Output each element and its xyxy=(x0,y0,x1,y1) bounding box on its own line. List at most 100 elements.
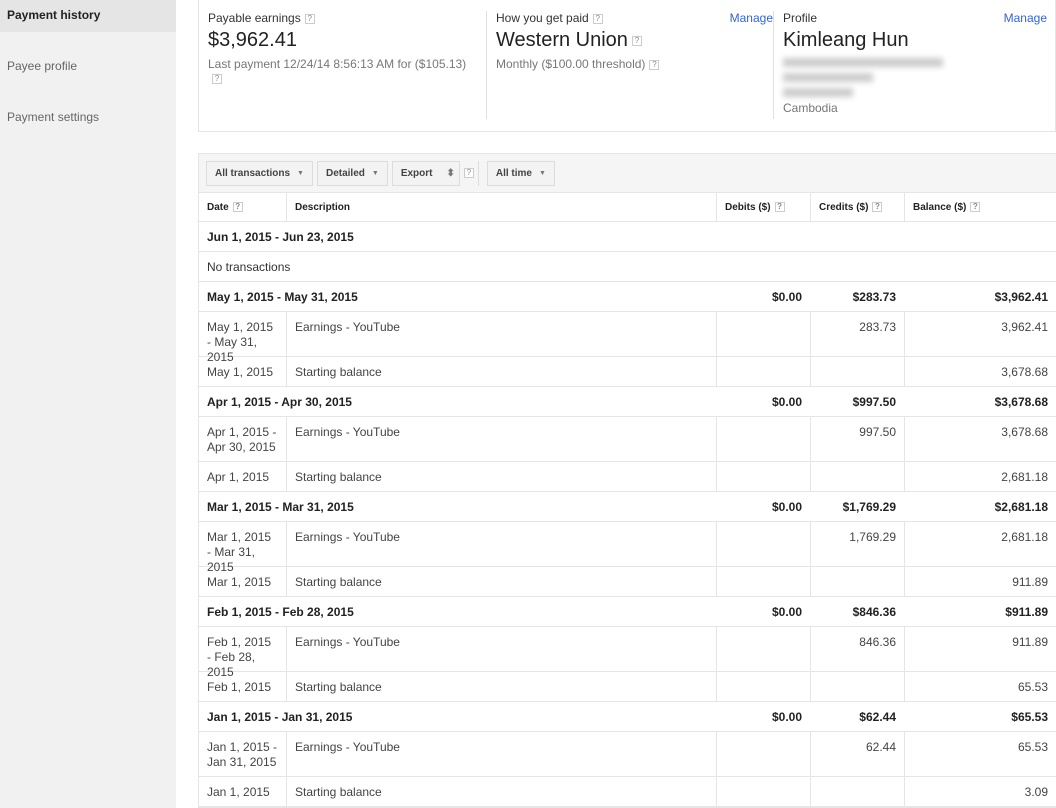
help-icon[interactable]: ? xyxy=(970,202,981,213)
transaction-debit xyxy=(716,417,810,461)
transaction-balance: 2,681.18 xyxy=(904,462,1056,491)
transaction-description: Starting balance xyxy=(286,567,716,596)
transaction-debit xyxy=(716,357,810,386)
transaction-row: May 1, 2015 - May 31, 2015 Earnings - You… xyxy=(199,312,1056,364)
transaction-credit: 283.73 xyxy=(810,312,904,356)
help-icon[interactable]: ? xyxy=(872,202,883,213)
transaction-balance: 3,678.68 xyxy=(904,417,1056,461)
payment-schedule: Monthly ($100.00 threshold) xyxy=(496,57,646,71)
transaction-date: May 1, 2015 - May 31, 2015 xyxy=(207,320,274,364)
transaction-credit: 1,769.29 xyxy=(810,522,904,566)
transaction-row: May 1, 2015 Starting balance 3,678.68 xyxy=(199,357,1056,387)
redacted-address xyxy=(783,73,873,82)
period-row: Jan 1, 2015 - Jan 31, 2015 $0.00 $62.44 $65… xyxy=(199,702,1056,732)
period-debits: $0.00 xyxy=(771,710,802,724)
period-label: Feb 1, 2015 - Feb 28, 2015 xyxy=(207,605,354,619)
period-label: Jan 1, 2015 - Jan 31, 2015 xyxy=(207,710,353,724)
help-icon[interactable]: ? xyxy=(232,202,243,213)
transaction-debit xyxy=(716,312,810,356)
date-range-dropdown[interactable]: All time ▼ xyxy=(486,160,555,186)
transaction-balance: 911.89 xyxy=(904,567,1056,596)
main-content: Payable earnings? $3,962.41 Last payment… xyxy=(198,0,1056,808)
transaction-balance: 3,962.41 xyxy=(904,312,1056,356)
period-balance: $3,678.68 xyxy=(994,395,1048,409)
column-header-debits: Debits ($) xyxy=(725,202,771,213)
help-icon[interactable]: ? xyxy=(592,13,603,24)
transaction-row: Mar 1, 2015 Starting balance 911.89 xyxy=(199,567,1056,597)
empty-row: No transactions xyxy=(199,252,1056,282)
period-label: Mar 1, 2015 - Mar 31, 2015 xyxy=(207,500,354,514)
period-debits: $0.00 xyxy=(771,605,802,619)
help-icon[interactable]: ? xyxy=(774,202,785,213)
no-transactions-text: No transactions xyxy=(207,260,291,274)
transaction-date: Mar 1, 2015 - Mar 31, 2015 xyxy=(207,530,272,574)
transaction-description: Earnings - YouTube xyxy=(286,312,716,356)
transaction-debit xyxy=(716,462,810,491)
transaction-debit xyxy=(716,672,810,701)
sidebar-item-payee-profile[interactable]: Payee profile xyxy=(0,51,176,83)
transaction-debit xyxy=(716,627,810,671)
divider xyxy=(477,160,479,186)
column-header-credits: Credits ($) xyxy=(819,202,869,213)
column-header-description: Description xyxy=(295,202,351,213)
transaction-credit xyxy=(810,357,904,386)
transaction-description: Starting balance xyxy=(286,357,716,386)
summary-card: Payable earnings? $3,962.41 Last payment… xyxy=(198,0,1056,132)
transaction-date: Apr 1, 2015 xyxy=(207,470,270,484)
redacted-address xyxy=(783,88,853,97)
transaction-debit xyxy=(716,732,810,776)
transaction-row: Feb 1, 2015 Starting balance 65.53 xyxy=(199,672,1056,702)
period-balance: $2,681.18 xyxy=(994,500,1048,514)
transaction-description: Earnings - YouTube xyxy=(286,732,716,776)
transaction-balance: 3,678.68 xyxy=(904,357,1056,386)
period-credits: $62.44 xyxy=(859,710,896,724)
period-label: Jun 1, 2015 - Jun 23, 2015 xyxy=(207,230,354,244)
help-icon[interactable]: ? xyxy=(212,73,222,84)
period-row: Feb 1, 2015 - Feb 28, 2015 $0.00 $846.36 $9… xyxy=(199,597,1056,627)
transaction-credit xyxy=(810,672,904,701)
transaction-date: Mar 1, 2015 xyxy=(207,575,272,589)
transaction-date: Feb 1, 2015 xyxy=(207,680,272,694)
transaction-debit xyxy=(716,567,810,596)
transaction-balance: 3.09 xyxy=(904,777,1056,806)
help-icon[interactable]: ? xyxy=(649,59,660,70)
period-label: May 1, 2015 - May 31, 2015 xyxy=(207,290,358,304)
chevron-down-icon: ▼ xyxy=(371,169,379,177)
transaction-row: Jan 1, 2015 Starting balance 3.09 xyxy=(199,777,1056,807)
transaction-credit xyxy=(810,462,904,491)
transaction-date: Jan 1, 2015 - Jan 31, 2015 xyxy=(207,740,278,769)
transactions-filter-dropdown[interactable]: All transactions ▼ xyxy=(206,160,313,186)
profile-country: Cambodia xyxy=(783,101,838,115)
help-icon[interactable]: ? xyxy=(304,13,315,24)
transaction-row: Apr 1, 2015 - Apr 30, 2015 Earnings - You… xyxy=(199,417,1056,462)
sidebar-item-payment-settings[interactable]: Payment settings xyxy=(0,102,176,134)
period-row: Jun 1, 2015 - Jun 23, 2015 xyxy=(199,222,1056,252)
export-dropdown[interactable]: Export ⬍ xyxy=(391,160,460,186)
column-header-balance: Balance ($) xyxy=(913,202,967,213)
period-debits: $0.00 xyxy=(771,500,802,514)
table-body: Jun 1, 2015 - Jun 23, 2015 No transaction… xyxy=(199,222,1056,807)
manage-profile-link[interactable]: Manage xyxy=(1004,11,1047,25)
earnings-label: Payable earnings xyxy=(208,11,301,25)
transaction-credit xyxy=(810,777,904,806)
profile-name: Kimleang Hun xyxy=(783,29,909,51)
transaction-row: Feb 1, 2015 - Feb 28, 2015 Earnings - You… xyxy=(199,627,1056,679)
period-label: Apr 1, 2015 - Apr 30, 2015 xyxy=(207,395,352,409)
transaction-row: Jan 1, 2015 - Jan 31, 2015 Earnings - You… xyxy=(199,732,1056,777)
toolbar: All transactions ▼ Detailed ▼ Export ⬍ ? Al… xyxy=(199,154,1056,193)
transaction-balance: 65.53 xyxy=(904,672,1056,701)
view-dropdown[interactable]: Detailed ▼ xyxy=(316,160,388,186)
period-row: May 1, 2015 - May 31, 2015 $0.00 $283.73 $3… xyxy=(199,282,1056,312)
help-icon[interactable]: ? xyxy=(631,35,642,46)
payment-method-panel: How you get paid? Manage Western Union? … xyxy=(486,11,773,119)
transaction-description: Starting balance xyxy=(286,462,716,491)
transaction-description: Starting balance xyxy=(286,672,716,701)
help-icon[interactable]: ? xyxy=(463,168,474,178)
column-header-date: Date xyxy=(207,202,229,213)
sidebar-item-payment-history[interactable]: Payment history xyxy=(0,0,176,32)
period-credits: $997.50 xyxy=(852,395,896,409)
last-payment: Last payment 12/24/14 8:56:13 AM for ($1… xyxy=(208,57,467,71)
transaction-description: Starting balance xyxy=(286,777,716,806)
manage-payment-link[interactable]: Manage xyxy=(730,11,773,25)
payment-method-label: How you get paid xyxy=(496,11,589,25)
